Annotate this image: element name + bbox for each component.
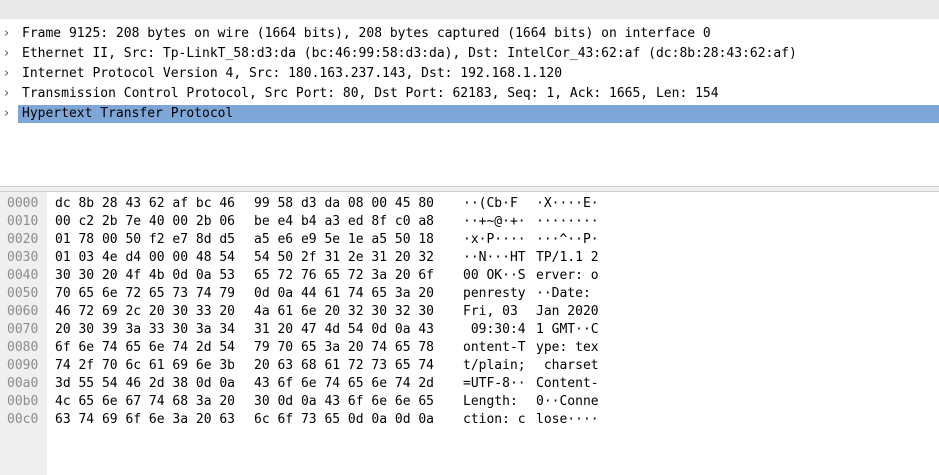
ascii-bytes-group[interactable]: t/plain; (463, 357, 526, 375)
hex-bytes-group[interactable]: 20 30 39 3a 33 30 3a 34 (55, 321, 235, 339)
hex-bytes-group[interactable]: 4a 61 6e 20 32 30 32 30 (254, 303, 434, 321)
ascii-bytes-group[interactable]: 0··Conne (536, 393, 599, 411)
hex-bytes-group[interactable]: 6f 6e 74 65 6e 74 2d 54 (55, 339, 235, 357)
detail-tree-item[interactable]: › Hypertext Transfer Protocol (0, 104, 939, 124)
ascii-bytes-group[interactable]: TP/1.1 2 (536, 249, 599, 267)
hex-dump-row[interactable]: 0000 dc 8b 28 43 62 af bc 46 99 58 d3 da 0… (0, 195, 939, 213)
hex-bytes-group[interactable]: 74 2f 70 6c 61 69 6e 3b (55, 357, 235, 375)
ascii-bytes-group[interactable]: ··Date: (536, 285, 599, 303)
hex-bytes-group[interactable]: 20 63 68 61 72 73 65 74 (254, 357, 434, 375)
hex-dump-row[interactable]: 0020 01 78 00 50 f2 e7 8d d5 a5 e6 e9 5e 1… (0, 231, 939, 249)
hex-bytes-group[interactable]: 31 20 47 4d 54 0d 0a 43 (254, 321, 434, 339)
hex-bytes-group[interactable]: 30 30 20 4f 4b 0d 0a 53 (55, 267, 235, 285)
ascii-bytes-group[interactable]: erver: o (536, 267, 599, 285)
byte-offset[interactable]: 00c0 (7, 411, 38, 429)
ascii-bytes-group[interactable]: ontent-T (463, 339, 526, 357)
hex-bytes-group[interactable]: 65 72 76 65 72 3a 20 6f (254, 267, 434, 285)
hex-dump-row[interactable]: 00b0 4c 65 6e 67 74 68 3a 20 30 0d 0a 43 6… (0, 393, 939, 411)
hex-dump-row[interactable]: 0070 20 30 39 3a 33 30 3a 34 31 20 47 4d 5… (0, 321, 939, 339)
packet-bytes-pane: 0000 dc 8b 28 43 62 af bc 46 99 58 d3 da 0… (0, 192, 939, 475)
byte-offset[interactable]: 0050 (7, 285, 38, 303)
byte-offset[interactable]: 0040 (7, 267, 38, 285)
hex-bytes-group[interactable]: dc 8b 28 43 62 af bc 46 (55, 195, 235, 213)
hex-bytes-group[interactable]: 63 74 69 6f 6e 3a 20 63 (55, 411, 235, 429)
ascii-bytes-group[interactable]: Content- (536, 375, 599, 393)
ascii-bytes-group[interactable]: ········ (536, 213, 599, 231)
hex-dump-row[interactable]: 0010 00 c2 2b 7e 40 00 2b 06 be e4 b4 a3 e… (0, 213, 939, 231)
byte-offset[interactable]: 0060 (7, 303, 38, 321)
ascii-bytes-group[interactable]: 09:30:4 (463, 321, 526, 339)
hex-dump-row[interactable]: 00a0 3d 55 54 46 2d 38 0d 0a 43 6f 6e 74 6… (0, 375, 939, 393)
detail-tree-item-label: Ethernet II, Src: Tp-LinkT_58:d3:da (bc:… (22, 46, 797, 61)
hex-dump-row[interactable]: 00c0 63 74 69 6f 6e 3a 20 63 6c 6f 73 65 0… (0, 411, 939, 429)
detail-tree-item[interactable]: › Frame 9125: 208 bytes on wire (1664 bit… (0, 24, 939, 44)
byte-offset[interactable]: 0000 (7, 195, 38, 213)
hex-bytes-group[interactable]: be e4 b4 a3 ed 8f c0 a8 (254, 213, 434, 231)
hex-bytes-group[interactable]: 6c 6f 73 65 0d 0a 0d 0a (254, 411, 434, 429)
hex-dump-row[interactable]: 0060 46 72 69 2c 20 30 33 20 4a 61 6e 20 3… (0, 303, 939, 321)
hex-dump-row[interactable]: 0090 74 2f 70 6c 61 69 6e 3b 20 63 68 61 7… (0, 357, 939, 375)
hex-bytes-group[interactable]: a5 e6 e9 5e 1e a5 50 18 (254, 231, 434, 249)
hex-bytes-group[interactable]: 54 50 2f 31 2e 31 20 32 (254, 249, 434, 267)
ascii-bytes-group[interactable]: =UTF-8·· (463, 375, 526, 393)
hex-bytes-group[interactable]: 99 58 d3 da 08 00 45 80 (254, 195, 434, 213)
byte-offset[interactable]: 00b0 (7, 393, 38, 411)
ascii-bytes-group[interactable]: Jan 2020 (536, 303, 599, 321)
ascii-bytes-group[interactable]: Fri, 03 (463, 303, 526, 321)
byte-offset[interactable]: 0070 (7, 321, 38, 339)
ascii-bytes-group[interactable]: Length: (463, 393, 526, 411)
hex-bytes-group[interactable]: 0d 0a 44 61 74 65 3a 20 (254, 285, 434, 303)
hex-bytes-group[interactable]: 3d 55 54 46 2d 38 0d 0a (55, 375, 235, 393)
detail-tree-item[interactable]: › Ethernet II, Src: Tp-LinkT_58:d3:da (bc… (0, 44, 939, 64)
byte-offset[interactable]: 00a0 (7, 375, 38, 393)
hex-bytes-group[interactable]: 4c 65 6e 67 74 68 3a 20 (55, 393, 235, 411)
byte-offset[interactable]: 0010 (7, 213, 38, 231)
ascii-bytes-group[interactable]: ··(Cb·F (463, 195, 526, 213)
ascii-bytes-group[interactable]: ·x·P···· (463, 231, 526, 249)
hex-bytes-group[interactable]: 70 65 6e 72 65 73 74 79 (55, 285, 235, 303)
detail-tree-item-label: Hypertext Transfer Protocol (22, 106, 234, 121)
byte-offset[interactable]: 0030 (7, 249, 38, 267)
ascii-bytes-group[interactable]: ··N···HT (463, 249, 526, 267)
hex-bytes-group[interactable]: 30 0d 0a 43 6f 6e 6e 65 (254, 393, 434, 411)
ascii-bytes-group[interactable]: penresty (463, 285, 526, 303)
ascii-bytes-group[interactable]: ··+~@·+· (463, 213, 526, 231)
hex-bytes-group[interactable]: 46 72 69 2c 20 30 33 20 (55, 303, 235, 321)
hex-bytes-group[interactable]: 79 70 65 3a 20 74 65 78 (254, 339, 434, 357)
ascii-bytes-group[interactable]: ·X····E· (536, 195, 599, 213)
byte-offset[interactable]: 0020 (7, 231, 38, 249)
ascii-bytes-group[interactable]: 00 OK··S (463, 267, 526, 285)
packet-details-pane: › Frame 9125: 208 bytes on wire (1664 bit… (0, 0, 939, 186)
ascii-bytes-group[interactable]: 1 GMT··C (536, 321, 599, 339)
detail-tree-item-label: Transmission Control Protocol, Src Port:… (22, 86, 719, 101)
hex-bytes-group[interactable]: 01 78 00 50 f2 e7 8d d5 (55, 231, 235, 249)
pane-header-strip (0, 0, 939, 19)
expand-chevron-icon[interactable]: › (4, 104, 18, 124)
hex-dump-row[interactable]: 0080 6f 6e 74 65 6e 74 2d 54 79 70 65 3a 2… (0, 339, 939, 357)
ascii-bytes-group[interactable]: lose···· (536, 411, 599, 429)
ascii-bytes-group[interactable]: charset (536, 357, 599, 375)
ascii-bytes-group[interactable]: ction: c (463, 411, 526, 429)
ascii-bytes-group[interactable]: ···^··P· (536, 231, 599, 249)
hex-dump-row[interactable]: 0030 01 03 4e d4 00 00 48 54 54 50 2f 31 2… (0, 249, 939, 267)
expand-chevron-icon[interactable]: › (4, 84, 18, 104)
expand-chevron-icon[interactable]: › (4, 44, 18, 64)
detail-tree-item[interactable]: › Internet Protocol Version 4, Src: 180.1… (0, 64, 939, 84)
expand-chevron-icon[interactable]: › (4, 64, 18, 84)
byte-offset[interactable]: 0080 (7, 339, 38, 357)
hex-dump-row[interactable]: 0040 30 30 20 4f 4b 0d 0a 53 65 72 76 65 7… (0, 267, 939, 285)
expand-chevron-icon[interactable]: › (4, 24, 18, 44)
hex-bytes-group[interactable]: 43 6f 6e 74 65 6e 74 2d (254, 375, 434, 393)
detail-tree-item[interactable]: › Transmission Control Protocol, Src Port… (0, 84, 939, 104)
detail-tree-item-label: Internet Protocol Version 4, Src: 180.16… (22, 66, 563, 81)
detail-tree-item-label: Frame 9125: 208 bytes on wire (1664 bits… (22, 26, 711, 41)
hex-bytes-group[interactable]: 01 03 4e d4 00 00 48 54 (55, 249, 235, 267)
byte-offset[interactable]: 0090 (7, 357, 38, 375)
hex-bytes-group[interactable]: 00 c2 2b 7e 40 00 2b 06 (55, 213, 235, 231)
hex-dump-row[interactable]: 0050 70 65 6e 72 65 73 74 79 0d 0a 44 61 7… (0, 285, 939, 303)
ascii-bytes-group[interactable]: ype: tex (536, 339, 599, 357)
